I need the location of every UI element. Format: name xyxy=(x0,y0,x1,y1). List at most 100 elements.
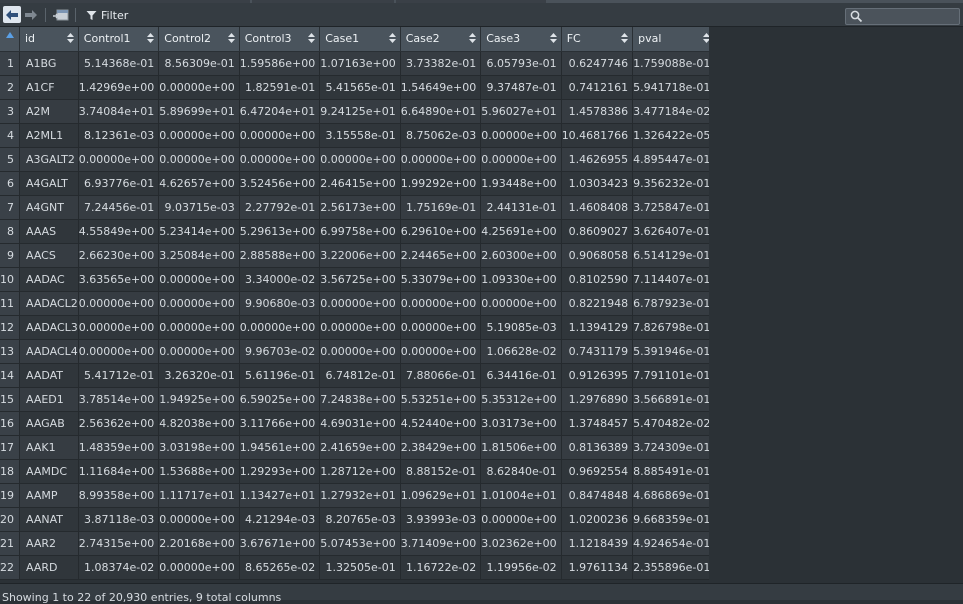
table-row[interactable]: 16 AAGAB 2.56362e+00 4.82038e+00 3.11766e+00… xyxy=(0,411,709,436)
table-row[interactable]: 21 AAR2 2.74315e+00 2.20168e+00 3.67671e+00 5… xyxy=(0,531,709,556)
cell-control3: 0.00000e+00 xyxy=(239,147,321,172)
cell-case3: 1.19956e-02 xyxy=(480,555,562,580)
popout-button[interactable] xyxy=(52,7,70,23)
row-number: 19 xyxy=(0,483,20,508)
column-header-pval[interactable]: pval xyxy=(632,27,709,52)
cell-case1: 3.22006e+00 xyxy=(319,243,401,268)
cell-control1: 5.14368e-01 xyxy=(78,51,160,76)
table-row[interactable]: 18 AAMDC 1.11684e+00 1.53688e+00 1.29293e+00… xyxy=(0,459,709,484)
column-header-label: Control2 xyxy=(164,32,212,46)
cell-id: A2ML1 xyxy=(19,123,79,148)
table-row[interactable]: 2 A1CF 1.42969e+00 0.00000e+00 1.82591e-01 5.… xyxy=(0,75,709,100)
cell-fc: 1.9761134 xyxy=(561,555,634,580)
cell-control3: 1.13427e+01 xyxy=(239,483,321,508)
cell-control3: 6.47204e+01 xyxy=(239,99,321,124)
cell-control2: 8.56309e-01 xyxy=(158,51,240,76)
table-row[interactable]: 14 AADAT 5.41712e-01 3.26320e-01 5.61196e-01… xyxy=(0,363,709,388)
cell-case3: 3.03173e+00 xyxy=(480,411,562,436)
column-header-label: FC xyxy=(566,32,581,46)
row-number: 3 xyxy=(0,99,20,124)
entries-status-text: Showing 1 to 22 of 20,930 entries, 9 tot… xyxy=(2,591,282,604)
cell-case1: 0.00000e+00 xyxy=(319,291,401,316)
table-row[interactable]: 8 AAAS 4.55849e+00 5.23414e+00 5.29613e+00 6.… xyxy=(0,219,709,244)
table-row[interactable]: 13 AADACL4 0.00000e+00 0.00000e+00 9.96703e-… xyxy=(0,339,709,364)
cell-id: AAED1 xyxy=(19,387,79,412)
cell-case3: 1.93448e+00 xyxy=(480,171,562,196)
row-number-header[interactable] xyxy=(0,27,20,52)
cell-case2: 1.99292e+00 xyxy=(400,171,482,196)
search-input[interactable] xyxy=(845,8,960,25)
table-row[interactable]: 4 A2ML1 8.12361e-03 0.00000e+00 0.00000e+00 3… xyxy=(0,123,709,148)
cell-case3: 8.62840e-01 xyxy=(480,459,562,484)
cell-control1: 3.74084e+01 xyxy=(78,99,160,124)
cell-pval: 5.391946e-01 xyxy=(632,339,709,364)
filter-button[interactable]: Filter xyxy=(86,7,128,23)
column-header-label: pval xyxy=(638,32,662,46)
cell-fc: 1.1394129 xyxy=(561,315,634,340)
table-row[interactable]: 17 AAK1 1.48359e+00 3.03198e+00 1.94561e+00 2… xyxy=(0,435,709,460)
sort-toggle-icon xyxy=(66,33,74,43)
table-row[interactable]: 3 A2M 3.74084e+01 5.89699e+01 6.47204e+01 9.2… xyxy=(0,99,709,124)
cell-fc: 0.8609027 xyxy=(561,219,634,244)
cell-case1: 4.69031e+00 xyxy=(319,411,401,436)
cell-pval: 7.826798e-01 xyxy=(632,315,709,340)
cell-control1: 1.42969e+00 xyxy=(78,75,160,100)
cell-case3: 1.81506e+00 xyxy=(480,435,562,460)
table-row[interactable]: 20 AANAT 3.87118e-03 0.00000e+00 4.21294e-03… xyxy=(0,507,709,532)
column-header-label: Case3 xyxy=(486,32,521,46)
row-number: 2 xyxy=(0,75,20,100)
table-row[interactable]: 15 AAED1 3.78514e+00 1.94925e+00 6.59025e+00… xyxy=(0,387,709,412)
cell-case2: 1.16722e-02 xyxy=(400,555,482,580)
table-row[interactable]: 12 AADACL3 0.00000e+00 0.00000e+00 0.00000e+… xyxy=(0,315,709,340)
cell-case2: 2.38429e+00 xyxy=(400,435,482,460)
cell-control1: 1.48359e+00 xyxy=(78,435,160,460)
back-button[interactable] xyxy=(3,6,21,23)
table-row[interactable]: 11 AADACL2 0.00000e+00 0.00000e+00 9.90680e-… xyxy=(0,291,709,316)
column-header-case2[interactable]: Case2 xyxy=(400,27,482,52)
table-row[interactable]: 6 A4GALT 6.93776e-01 4.62657e+00 3.52456e+00… xyxy=(0,171,709,196)
cell-case1: 5.41565e-01 xyxy=(319,75,401,100)
table-row[interactable]: 9 AACS 2.66230e+00 3.25084e+00 2.88588e+00 3.… xyxy=(0,243,709,268)
cell-control1: 0.00000e+00 xyxy=(78,339,160,364)
column-header-label: Case2 xyxy=(405,32,440,46)
cell-pval: 3.725847e-01 xyxy=(632,195,709,220)
table-row[interactable]: 7 A4GNT 7.24456e-01 9.03715e-03 2.27792e-01 2… xyxy=(0,195,709,220)
filter-label: Filter xyxy=(101,8,129,22)
cell-control1: 0.00000e+00 xyxy=(78,315,160,340)
cell-control1: 2.56362e+00 xyxy=(78,411,160,436)
table-row[interactable]: 19 AAMP 8.99358e+00 1.11717e+01 1.13427e+01 1… xyxy=(0,483,709,508)
cell-control2: 5.89699e+01 xyxy=(158,99,240,124)
column-header-control1[interactable]: Control1 xyxy=(78,27,160,52)
column-header-control2[interactable]: Control2 xyxy=(158,27,240,52)
table-row[interactable]: 10 AADAC 3.63565e+00 0.00000e+00 3.34000e-02… xyxy=(0,267,709,292)
cell-case2: 3.93993e-03 xyxy=(400,507,482,532)
cell-case2: 4.52440e+00 xyxy=(400,411,482,436)
column-header-case1[interactable]: Case1 xyxy=(319,27,401,52)
forward-button[interactable] xyxy=(22,6,40,23)
cell-pval: 4.686869e-01 xyxy=(632,483,709,508)
table-row[interactable]: 5 A3GALT2 0.00000e+00 0.00000e+00 0.00000e+0… xyxy=(0,147,709,172)
table-row[interactable]: 22 AARD 1.08374e-02 0.00000e+00 8.65265e-02 1… xyxy=(0,555,709,580)
cell-case1: 0.00000e+00 xyxy=(319,147,401,172)
row-number: 12 xyxy=(0,315,20,340)
column-header-control3[interactable]: Control3 xyxy=(239,27,321,52)
cell-case1: 1.32505e-01 xyxy=(319,555,401,580)
cell-case3: 0.00000e+00 xyxy=(480,147,562,172)
cell-control2: 1.94925e+00 xyxy=(158,387,240,412)
search-icon xyxy=(850,10,863,23)
cell-control2: 1.53688e+00 xyxy=(158,459,240,484)
column-header-id[interactable]: id xyxy=(19,27,79,52)
table-row[interactable]: 1 A1BG 5.14368e-01 8.56309e-01 1.59586e+00 1.… xyxy=(0,51,709,76)
column-header-case3[interactable]: Case3 xyxy=(480,27,562,52)
cell-case1: 1.28712e+00 xyxy=(319,459,401,484)
cell-case1: 3.56725e+00 xyxy=(319,267,401,292)
cell-case3: 2.44131e-01 xyxy=(480,195,562,220)
cell-case3: 6.05793e-01 xyxy=(480,51,562,76)
sort-ascending-icon xyxy=(6,32,14,38)
column-header-fc[interactable]: FC xyxy=(561,27,634,52)
cell-control2: 4.62657e+00 xyxy=(158,171,240,196)
cell-case1: 3.15558e-01 xyxy=(319,123,401,148)
data-grid: id Control1 Control2 Control3 Case1 Case2 Case… xyxy=(0,27,709,583)
cell-case3: 4.25691e+00 xyxy=(480,219,562,244)
row-number: 10 xyxy=(0,267,20,292)
